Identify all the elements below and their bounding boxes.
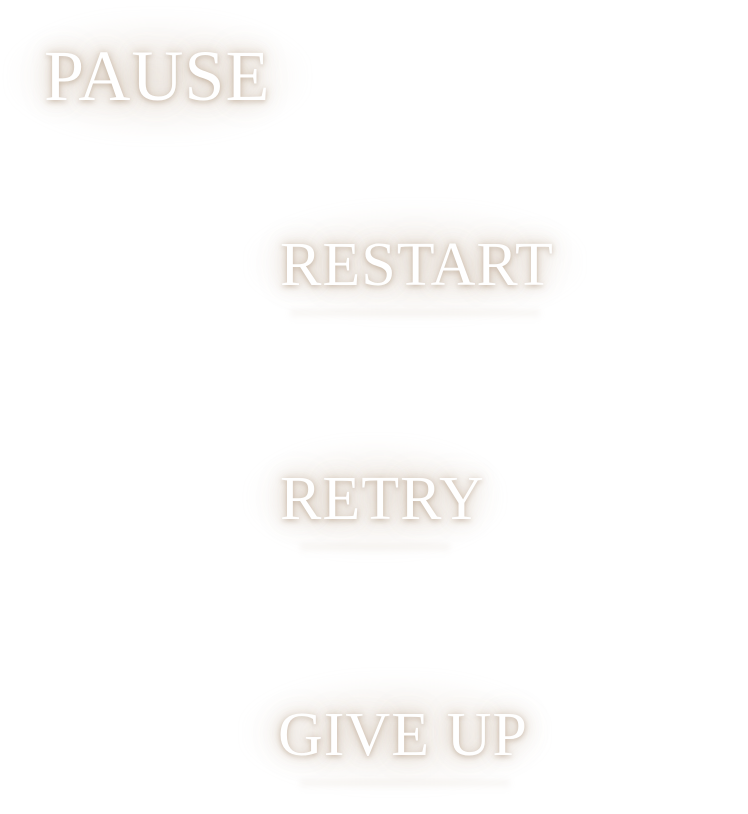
restart-button[interactable]: RESTART	[280, 230, 554, 300]
retry-button[interactable]: RETRY	[280, 464, 485, 534]
pause-screen: { "pause_menu": { "title": "PAUSE", "ite…	[0, 0, 748, 814]
give-up-button[interactable]: GIVE UP	[278, 700, 528, 770]
restart-reflection	[290, 310, 540, 320]
retry-reflection	[300, 544, 450, 554]
give-up-reflection	[300, 780, 510, 790]
pause-title: PAUSE	[44, 36, 271, 116]
